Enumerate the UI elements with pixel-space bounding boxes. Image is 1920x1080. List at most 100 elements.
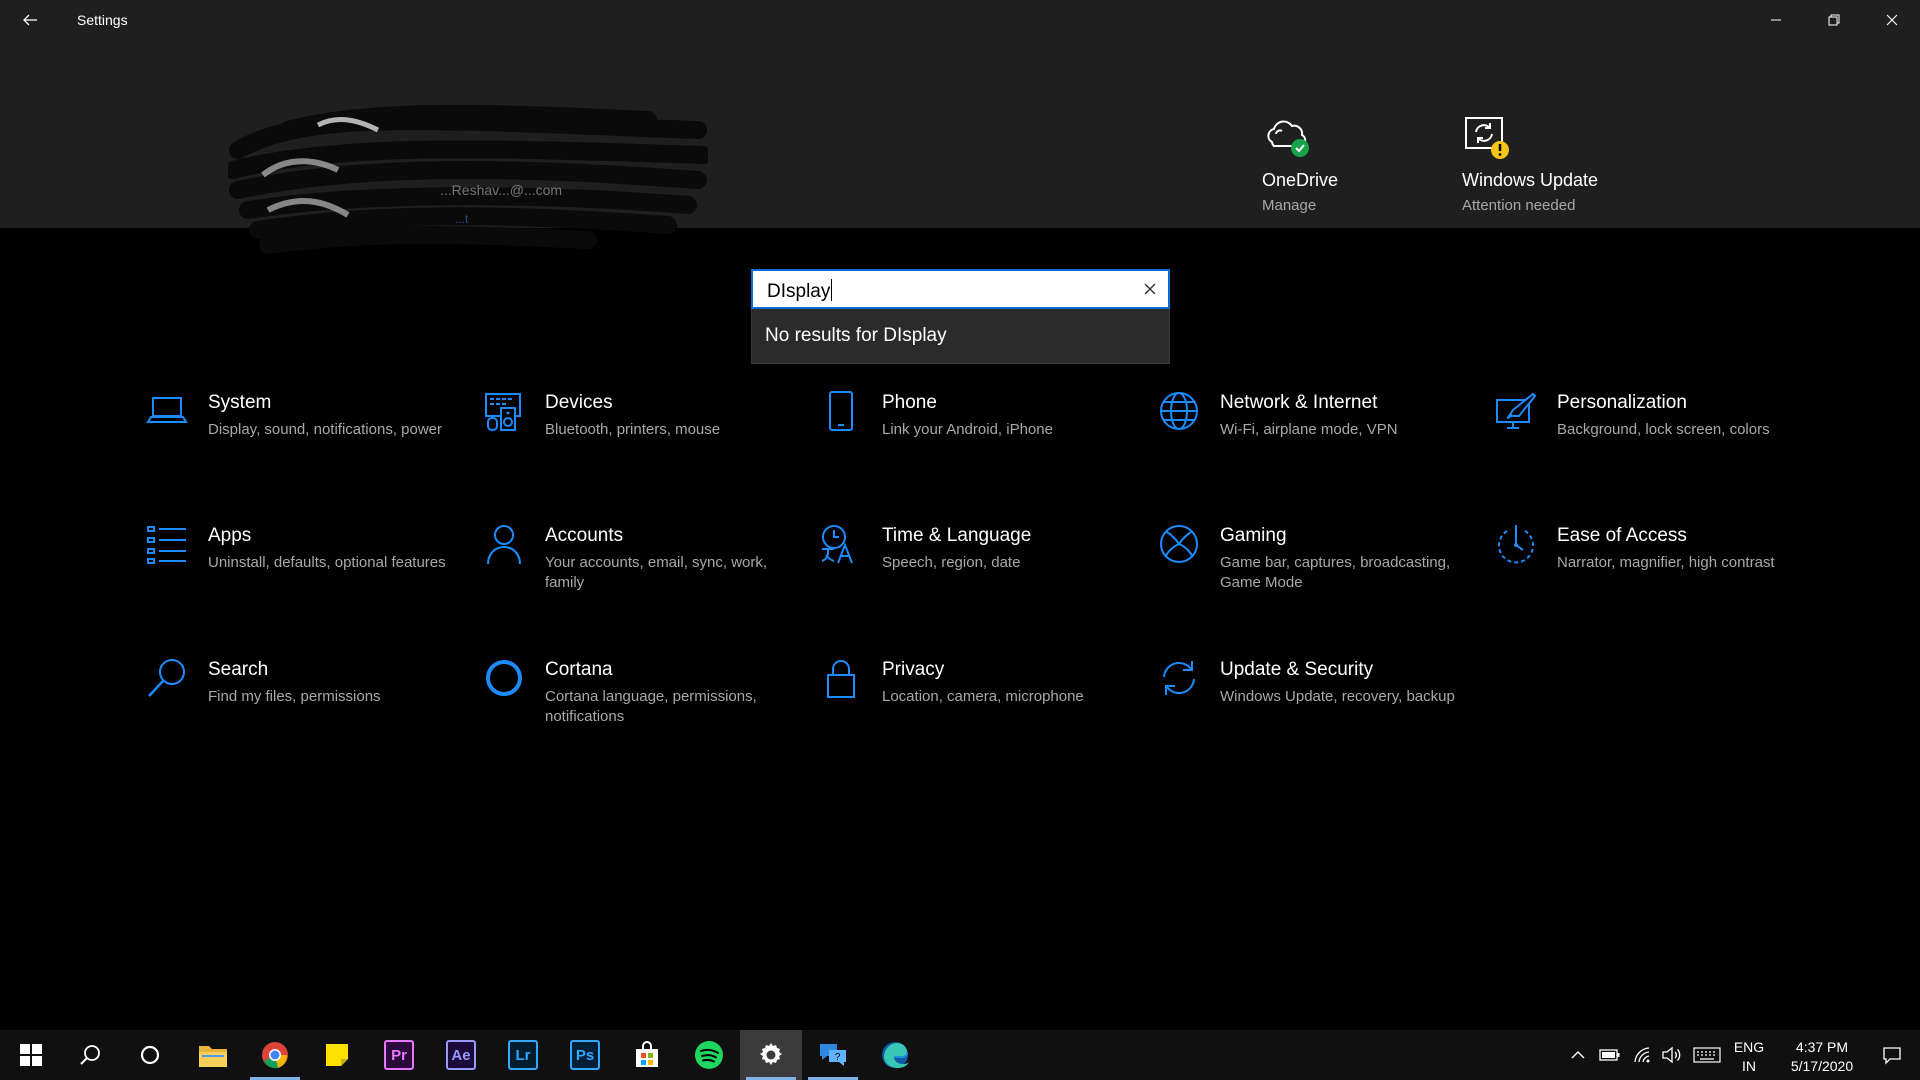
- account-email: ...Reshav...@...com: [440, 182, 563, 198]
- back-button[interactable]: [10, 4, 50, 36]
- account-link[interactable]: ...t: [455, 212, 468, 226]
- taskbar-app-chrome[interactable]: [244, 1030, 306, 1080]
- category-time-language[interactable]: Time & Language Speech, region, date: [820, 523, 1130, 623]
- cortana-icon: [486, 660, 522, 696]
- category-privacy[interactable]: Privacy Location, camera, microphone: [820, 657, 1130, 757]
- category-title: Gaming: [1220, 525, 1287, 546]
- category-accounts[interactable]: Accounts Your accounts, email, sync, wor…: [483, 523, 793, 623]
- after-effects-icon: Ae: [446, 1040, 476, 1070]
- category-gaming[interactable]: Gaming Game bar, captures, broadcasting,…: [1158, 523, 1468, 623]
- category-title: Apps: [208, 525, 252, 546]
- laptop-icon: [146, 397, 188, 423]
- windows-update-name: Windows Update: [1462, 170, 1599, 190]
- title-bar: Settings: [0, 0, 1920, 40]
- start-button[interactable]: [0, 1030, 62, 1080]
- premiere-icon: Pr: [384, 1040, 414, 1070]
- restore-button[interactable]: [1806, 0, 1862, 40]
- taskbar: Pr Ae Lr Ps ? ENG IN 4:37 PM 5/17/2020: [0, 1030, 1920, 1080]
- notification-icon: [1883, 1047, 1901, 1065]
- search-icon: [80, 1045, 100, 1065]
- show-hidden-icons-button[interactable]: [1566, 1043, 1590, 1067]
- devices-icon: [485, 393, 521, 431]
- time-language-icon: [821, 525, 853, 564]
- category-description: Bluetooth, printers, mouse: [545, 421, 721, 438]
- ease-of-access-icon: [1498, 525, 1534, 564]
- category-devices[interactable]: Devices Bluetooth, printers, mouse: [483, 390, 793, 490]
- taskbar-app-lightroom[interactable]: Lr: [492, 1030, 554, 1080]
- category-title: Accounts: [545, 525, 624, 546]
- taskbar-app-spotify[interactable]: [678, 1030, 740, 1080]
- category-description: Display, sound, notifications, power: [208, 421, 443, 438]
- category-title: Search: [208, 659, 269, 680]
- cortana-button[interactable]: [119, 1030, 181, 1080]
- volume-icon: [1662, 1046, 1681, 1064]
- category-apps[interactable]: Apps Uninstall, defaults, optional featu…: [146, 523, 456, 623]
- restore-icon: [1828, 14, 1840, 26]
- category-personalization[interactable]: Personalization Background, lock screen,…: [1495, 390, 1805, 490]
- volume-button[interactable]: [1660, 1043, 1684, 1067]
- taskbar-app-photoshop[interactable]: Ps: [554, 1030, 616, 1080]
- category-description: Your accounts, email, sync, work, family: [545, 554, 768, 591]
- help-icon: ?: [820, 1044, 846, 1066]
- lock-icon: [827, 660, 855, 698]
- taskbar-app-settings[interactable]: [740, 1030, 802, 1080]
- category-description: Speech, region, date: [882, 554, 1021, 571]
- category-description: Background, lock screen, colors: [1557, 421, 1770, 438]
- clock-button[interactable]: 4:37 PM 5/17/2020: [1772, 1038, 1872, 1076]
- category-network[interactable]: Network & Internet Wi-Fi, airplane mode,…: [1158, 390, 1468, 490]
- cortana-circle-icon: [140, 1045, 160, 1065]
- redacted-account-scribble: [228, 104, 708, 254]
- person-icon: [487, 525, 521, 565]
- taskbar-app-premiere[interactable]: Pr: [368, 1030, 430, 1080]
- onedrive-cloud-icon: [1262, 112, 1310, 160]
- close-button[interactable]: [1864, 0, 1920, 40]
- category-ease-of-access[interactable]: Ease of Access Narrator, magnifier, high…: [1495, 523, 1805, 623]
- settings-header: ...Reshav...@...com ...t OneDrive Manage…: [0, 40, 1920, 254]
- chevron-up-icon: [1571, 1051, 1585, 1059]
- text-caret: [831, 279, 833, 301]
- category-search[interactable]: Search Find my files, permissions: [146, 657, 456, 757]
- no-results-text: No results for DIsplay: [765, 325, 947, 346]
- category-description: Windows Update, recovery, backup: [1220, 688, 1455, 705]
- category-description: Link your Android, iPhone: [882, 421, 1053, 438]
- keyboard-icon: [1693, 1047, 1721, 1063]
- battery-button[interactable]: [1598, 1043, 1622, 1067]
- action-center-button[interactable]: [1864, 1030, 1920, 1080]
- taskbar-app-sticky-notes[interactable]: [306, 1030, 368, 1080]
- svg-text:?: ?: [835, 1052, 841, 1063]
- windows-update-icon: [1462, 112, 1510, 160]
- clear-search-button[interactable]: [1138, 277, 1162, 301]
- category-cortana[interactable]: Cortana Cortana language, permissions, n…: [483, 657, 793, 757]
- language-code: ENG: [1733, 1039, 1765, 1055]
- category-description: Uninstall, defaults, optional features: [208, 554, 446, 571]
- minimize-button[interactable]: [1748, 0, 1804, 40]
- lightroom-icon: Lr: [508, 1040, 538, 1070]
- clock-date: 5/17/2020: [1790, 1058, 1854, 1074]
- clear-icon: [1144, 283, 1156, 295]
- category-title: Devices: [545, 392, 613, 413]
- magnifier-icon: [148, 659, 185, 697]
- folder-icon: [199, 1046, 227, 1067]
- input-language-button[interactable]: ENG IN: [1732, 1038, 1766, 1076]
- taskbar-search-button[interactable]: [59, 1030, 121, 1080]
- settings-search-input[interactable]: DIsplay: [751, 269, 1170, 309]
- taskbar-app-store[interactable]: [616, 1030, 678, 1080]
- taskbar-app-file-explorer[interactable]: [182, 1030, 244, 1080]
- taskbar-app-after-effects[interactable]: Ae: [430, 1030, 492, 1080]
- category-description: Game bar, captures, broadcasting, Game M…: [1220, 554, 1451, 591]
- taskbar-app-get-help[interactable]: ?: [802, 1030, 864, 1080]
- gear-icon: [760, 1043, 782, 1065]
- category-update-security[interactable]: Update & Security Windows Update, recove…: [1158, 657, 1468, 757]
- store-icon: [636, 1041, 658, 1067]
- taskbar-app-edge[interactable]: [864, 1030, 926, 1080]
- windows-update-tile[interactable]: Windows Update Attention needed: [1462, 112, 1598, 214]
- category-system[interactable]: System Display, sound, notifications, po…: [146, 390, 456, 490]
- category-title: Phone: [882, 392, 937, 413]
- category-phone[interactable]: Phone Link your Android, iPhone: [820, 390, 1130, 490]
- onedrive-tile[interactable]: OneDrive Manage: [1262, 112, 1338, 214]
- category-description: Cortana language, permissions, notificat…: [545, 688, 757, 725]
- touch-keyboard-button[interactable]: [1692, 1043, 1722, 1067]
- network-button[interactable]: [1630, 1043, 1654, 1067]
- sticky-notes-icon: [326, 1044, 348, 1066]
- clock-time: 4:37 PM: [1795, 1039, 1849, 1055]
